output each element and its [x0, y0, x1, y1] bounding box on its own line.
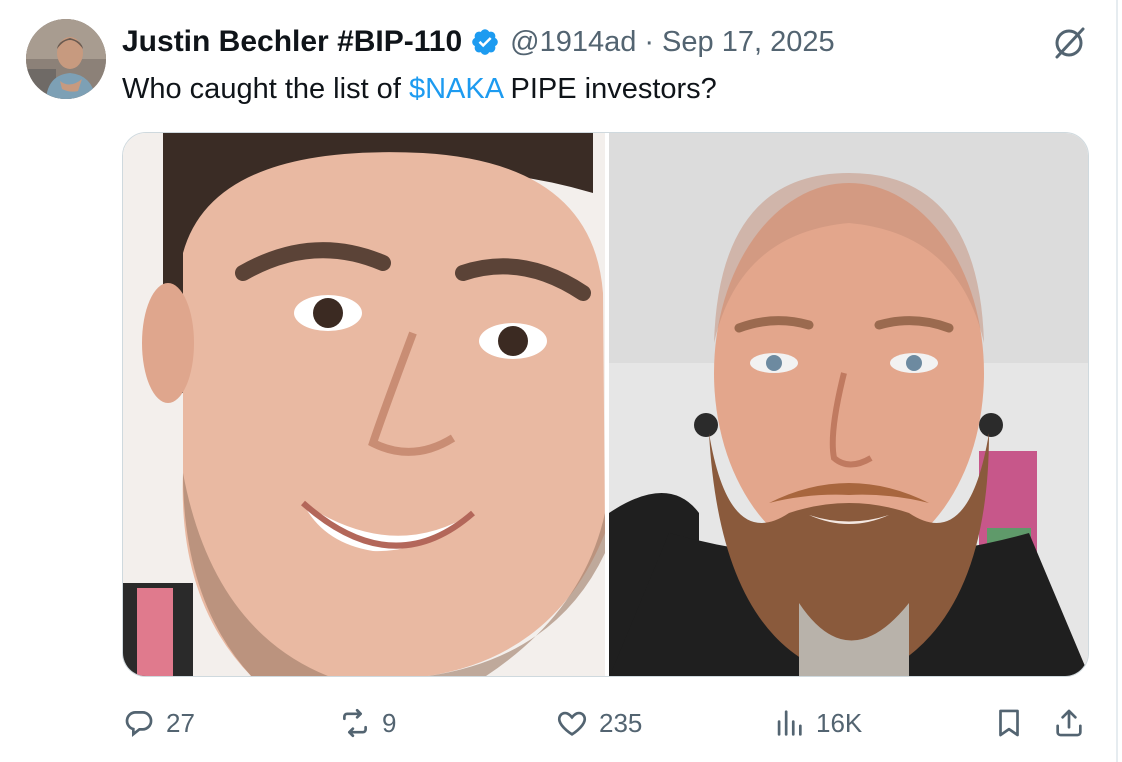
repost-count: 9: [382, 707, 397, 738]
tweet-text: Who caught the list of $NAKA PIPE invest…: [122, 70, 717, 108]
cashtag-link[interactable]: $NAKA: [409, 73, 503, 105]
like-button[interactable]: 235: [555, 700, 642, 746]
reply-button[interactable]: 27: [122, 700, 195, 746]
action-bar: 27 9 235 16K: [120, 700, 1090, 746]
reply-count: 27: [166, 707, 195, 738]
avatar[interactable]: [26, 19, 106, 99]
grok-icon[interactable]: [1050, 24, 1088, 62]
views-icon: [777, 710, 802, 736]
repost-icon: [343, 708, 367, 738]
meta-separator: ·: [644, 25, 655, 58]
tweet-media[interactable]: [122, 132, 1089, 677]
share-icon: [1056, 709, 1082, 737]
reply-icon: [125, 711, 153, 737]
author-name[interactable]: Justin Bechler #BIP-110: [122, 25, 462, 59]
repost-button[interactable]: 9: [338, 700, 396, 746]
tweet-text-part: Who caught the list of: [122, 73, 409, 105]
tweet-text-part: PIPE investors?: [502, 73, 717, 105]
avatar-image: [26, 19, 106, 99]
tweet-card[interactable]: Justin Bechler #BIP-110 @1914ad · Sep 17…: [0, 0, 1118, 762]
share-button[interactable]: [1052, 700, 1086, 746]
bookmark-icon: [999, 709, 1019, 737]
media-photo-left[interactable]: [123, 133, 605, 676]
views-count: 16K: [816, 707, 863, 738]
like-count: 235: [599, 707, 643, 738]
post-date[interactable]: Sep 17, 2025: [662, 26, 835, 59]
heart-icon: [557, 711, 587, 736]
tweet-header: Justin Bechler #BIP-110 @1914ad · Sep 17…: [122, 22, 835, 62]
media-photo-right[interactable]: [609, 133, 1088, 676]
handle[interactable]: @1914ad: [510, 26, 636, 59]
verified-badge-icon[interactable]: [470, 27, 500, 57]
views-button[interactable]: 16K: [772, 700, 862, 746]
bookmark-button[interactable]: [992, 700, 1026, 746]
